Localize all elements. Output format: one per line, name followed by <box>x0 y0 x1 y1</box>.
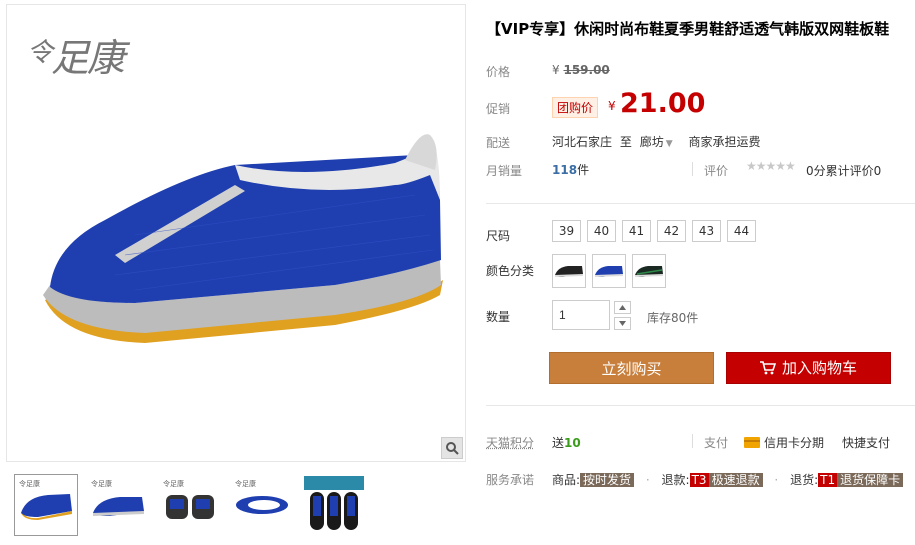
quantity-decrement-button[interactable] <box>614 317 631 330</box>
size-option-44[interactable]: 44 <box>727 220 756 242</box>
color-option-black[interactable] <box>552 254 586 288</box>
chevron-up-icon <box>619 305 626 310</box>
service-tag-fast-refund[interactable]: 极速退款 <box>708 473 763 487</box>
credit-installment-link[interactable]: 信用卡分期 <box>744 434 824 451</box>
size-option-39[interactable]: 39 <box>552 220 581 242</box>
stock-info: 库存80件 <box>647 311 699 325</box>
thumbnail-1[interactable]: 令足康 <box>14 474 78 536</box>
brand-logo: 令足康 <box>27 36 125 80</box>
service-tag-return-card[interactable]: 退货保障卡 <box>837 473 904 487</box>
review-count[interactable]: 0分累计评价0 <box>806 162 881 179</box>
shipping-fee: 商家承担运费 <box>688 135 761 149</box>
size-label: 尺码 <box>486 229 511 243</box>
service-tag-on-time[interactable]: 按时发货 <box>580 473 635 487</box>
product-title: 【VIP专享】休闲时尚布鞋夏季男鞋舒适透气韩版双网鞋板鞋 <box>486 20 890 38</box>
size-options: 39 40 41 42 43 44 <box>552 220 756 242</box>
thumbnail-3[interactable]: 令足康 <box>158 474 222 536</box>
price-label: 价格 <box>486 65 511 79</box>
add-to-cart-button[interactable]: 加入购物车 <box>726 352 891 384</box>
points-value: 送10 <box>552 436 581 450</box>
shipping-label: 配送 <box>486 136 511 150</box>
search-icon <box>446 442 459 455</box>
main-product-image[interactable] <box>35 125 455 355</box>
shipping-info: 河北石家庄 至 廊坊 ▼ 商家承担运费 <box>552 135 761 149</box>
points-label[interactable]: 天猫积分 <box>486 434 534 451</box>
original-price: ¥ 159.00 <box>552 63 610 77</box>
thumbnail-4[interactable]: 令足康 <box>230 474 294 536</box>
thumbnail-5[interactable] <box>302 474 366 536</box>
promo-currency: ¥ <box>608 99 616 113</box>
chevron-down-icon <box>619 321 626 326</box>
rating-stars: ★★★★★ <box>746 159 796 173</box>
divider <box>692 434 693 448</box>
promo-badge: 团购价 <box>552 97 599 118</box>
product-info-panel: 【VIP专享】休闲时尚布鞋夏季男鞋舒适透气韩版双网鞋板鞋 价格 ¥ 159.00… <box>466 0 915 545</box>
quick-pay-link[interactable]: 快捷支付 <box>842 434 890 451</box>
monthly-sales: 118件 <box>552 163 590 177</box>
chevron-down-icon: ▼ <box>665 139 673 149</box>
payment-label: 支付 <box>704 436 729 450</box>
ship-to-select[interactable]: 廊坊 ▼ <box>640 135 673 149</box>
quantity-input[interactable] <box>552 300 610 330</box>
sales-label: 月销量 <box>486 164 523 178</box>
buy-now-button[interactable]: 立刻购买 <box>549 352 714 384</box>
credit-card-icon <box>744 437 760 448</box>
divider <box>486 405 915 406</box>
promo-price: 21.00 <box>620 88 706 119</box>
size-option-41[interactable]: 41 <box>622 220 651 242</box>
size-option-43[interactable]: 43 <box>692 220 721 242</box>
zoom-button[interactable] <box>441 437 463 459</box>
size-option-42[interactable]: 42 <box>657 220 686 242</box>
quantity-label: 数量 <box>486 310 511 324</box>
color-options <box>552 254 666 288</box>
promo-label: 促销 <box>486 102 511 116</box>
product-gallery: 令足康 <box>6 4 466 462</box>
color-option-black-green[interactable] <box>632 254 666 288</box>
service-promises: 商品: 按时发货 · 退款: T3 极速退款 · 退货: T1 退货保障卡 <box>552 471 904 488</box>
divider <box>486 203 915 204</box>
thumbnail-2[interactable]: 令足康 <box>86 474 150 536</box>
review-label: 评价 <box>704 164 729 178</box>
size-option-40[interactable]: 40 <box>587 220 616 242</box>
divider <box>692 162 693 176</box>
color-label: 颜色分类 <box>486 264 535 278</box>
quantity-increment-button[interactable] <box>614 301 631 314</box>
service-label: 服务承诺 <box>486 473 535 487</box>
thumbnail-strip: 令足康 令足康 令足康 令足康 <box>14 474 366 536</box>
color-option-blue[interactable] <box>592 254 626 288</box>
ship-from: 河北石家庄 <box>552 135 613 149</box>
cart-icon <box>759 361 776 375</box>
